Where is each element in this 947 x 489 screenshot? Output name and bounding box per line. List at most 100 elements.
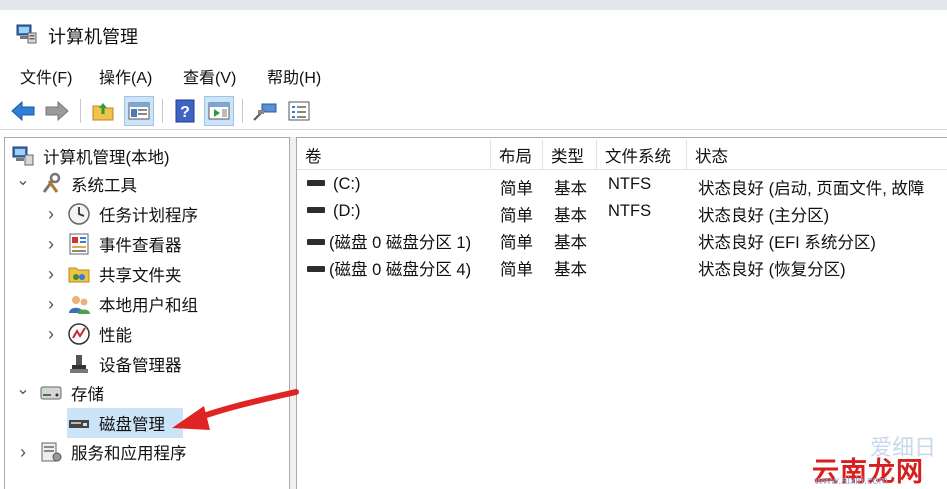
back-arrow-icon[interactable]	[8, 96, 38, 126]
tools-icon	[39, 172, 63, 196]
computer-management-icon	[11, 144, 35, 168]
volume-icon	[307, 238, 325, 245]
toolbar-separator	[80, 99, 81, 123]
volume-name: (C:)	[333, 175, 361, 193]
expand-chevron-icon[interactable]: ›	[43, 234, 59, 255]
disk-management-icon	[67, 411, 91, 435]
clock-icon	[67, 202, 91, 226]
type-cell: 基本	[554, 234, 587, 252]
computer-management-icon	[14, 22, 38, 46]
table-row[interactable]: (磁盘 0 磁盘分区 1) 简单 基本 状态良好 (EFI 系统分区)	[297, 227, 947, 254]
filesystem-cell: NTFS	[608, 202, 652, 220]
menu-action[interactable]: 操作(A)	[99, 64, 152, 88]
tree-item-root[interactable]: 计算机管理(本地)	[11, 142, 170, 170]
tree-item-disk-management[interactable]: 磁盘管理	[67, 409, 165, 437]
tree-label-device-manager: 设备管理器	[99, 357, 182, 375]
annotation-arrow-icon	[172, 389, 299, 430]
filesystem-cell: NTFS	[608, 175, 652, 193]
storage-icon	[39, 381, 63, 405]
forward-arrow-icon[interactable]	[42, 96, 72, 126]
table-row[interactable]: (C:) 简单 基本 NTFS 状态良好 (启动, 页面文件, 故障	[297, 173, 947, 200]
services-icon	[39, 440, 63, 464]
folder-up-icon[interactable]	[88, 96, 118, 126]
column-header-status[interactable]: 状态	[687, 140, 947, 170]
tree-item-local-users[interactable]: › 本地用户和组	[43, 290, 198, 318]
event-viewer-icon	[67, 232, 91, 256]
tree-item-storage[interactable]: ⌄ 存储	[15, 379, 104, 407]
column-header-volume[interactable]: 卷	[297, 140, 491, 170]
menu-file[interactable]: 文件(F)	[20, 64, 72, 88]
volume-name-cell: (D:)	[307, 202, 361, 221]
menu-bar: 文件(F) 操作(A) 查看(V) 帮助(H)	[0, 58, 947, 90]
menu-view[interactable]: 查看(V)	[183, 64, 236, 88]
expand-chevron-icon[interactable]: ›	[43, 264, 59, 285]
volume-icon	[307, 206, 325, 213]
collapse-chevron-icon[interactable]: ⌄	[15, 170, 31, 190]
volume-name-cell: (磁盘 0 磁盘分区 4)	[307, 256, 471, 280]
volume-name: (磁盘 0 磁盘分区 4)	[329, 261, 472, 279]
tree-label-task-scheduler: 任务计划程序	[99, 207, 198, 225]
volume-name-cell: (C:)	[307, 175, 361, 194]
volume-list: 卷 布局 类型 文件系统 状态 (C:) 简单 基本 NTFS 状态良好 (启动…	[296, 137, 947, 489]
watermark-url: www.aixiri.com	[815, 475, 888, 487]
show-hide-tree-icon[interactable]	[124, 96, 154, 126]
tree-item-task-scheduler[interactable]: › 任务计划程序	[43, 200, 198, 228]
expand-chevron-icon[interactable]: ›	[43, 204, 59, 225]
tree-item-performance[interactable]: › 性能	[43, 320, 132, 348]
type-cell: 基本	[554, 180, 587, 198]
tree-label-disk-management: 磁盘管理	[99, 416, 165, 434]
volume-name: (磁盘 0 磁盘分区 1)	[329, 234, 472, 252]
shared-folder-icon	[67, 262, 91, 286]
layout-cell: 简单	[500, 180, 533, 198]
type-cell: 基本	[554, 207, 587, 225]
layout-cell: 简单	[500, 207, 533, 225]
top-strip	[0, 0, 947, 10]
device-manager-icon	[67, 352, 91, 376]
tree-label-services-apps: 服务和应用程序	[71, 445, 187, 463]
toolbar: ?	[0, 92, 947, 130]
status-cell: 状态良好 (EFI 系统分区)	[698, 234, 876, 252]
column-header-type[interactable]: 类型	[543, 140, 597, 170]
toolbar-separator	[242, 99, 243, 123]
expand-chevron-icon[interactable]: ›	[43, 294, 59, 315]
layout-cell: 简单	[500, 261, 533, 279]
type-cell: 基本	[554, 261, 587, 279]
tree-label-local-users: 本地用户和组	[99, 297, 198, 315]
toolbar-separator	[162, 99, 163, 123]
status-cell: 状态良好 (主分区)	[698, 207, 830, 225]
list-header: 卷 布局 类型 文件系统 状态	[297, 140, 947, 170]
tree-item-device-manager[interactable]: 设备管理器	[67, 350, 182, 378]
window-title: 计算机管理	[48, 27, 138, 47]
table-row[interactable]: (D:) 简单 基本 NTFS 状态良好 (主分区)	[297, 200, 947, 227]
tree-item-system-tools[interactable]: ⌄ 系统工具	[15, 170, 137, 198]
performance-icon	[67, 322, 91, 346]
tree-label-event-viewer: 事件查看器	[99, 237, 182, 255]
volume-name: (D:)	[333, 202, 361, 220]
volume-name-cell: (磁盘 0 磁盘分区 1)	[307, 229, 471, 253]
title-bar: 计算机管理	[0, 10, 947, 58]
status-cell: 状态良好 (启动, 页面文件, 故障	[698, 180, 925, 198]
column-header-filesystem[interactable]: 文件系统	[597, 140, 687, 170]
layout-cell: 简单	[500, 234, 533, 252]
tree-label-system-tools: 系统工具	[71, 177, 137, 195]
status-cell: 状态良好 (恢复分区)	[698, 261, 846, 279]
tree-item-services-apps[interactable]: › 服务和应用程序	[15, 438, 187, 466]
column-header-layout[interactable]: 布局	[491, 140, 543, 170]
expand-chevron-icon[interactable]: ›	[15, 442, 31, 463]
tree-item-event-viewer[interactable]: › 事件查看器	[43, 230, 182, 258]
volume-icon	[307, 265, 325, 272]
menu-help[interactable]: 帮助(H)	[267, 64, 321, 88]
tree-label-shared-folders: 共享文件夹	[99, 267, 182, 285]
tree-item-shared-folders[interactable]: › 共享文件夹	[43, 260, 182, 288]
collapse-chevron-icon[interactable]: ⌄	[15, 379, 31, 399]
connect-icon[interactable]	[250, 96, 280, 126]
action-pane-icon[interactable]	[204, 96, 234, 126]
tree-label-root: 计算机管理(本地)	[43, 149, 170, 167]
tree-label-performance: 性能	[99, 327, 132, 345]
table-row[interactable]: (磁盘 0 磁盘分区 4) 简单 基本 状态良好 (恢复分区)	[297, 254, 947, 281]
help-icon[interactable]: ?	[170, 96, 200, 126]
expand-chevron-icon[interactable]: ›	[43, 324, 59, 345]
tree-label-storage: 存储	[71, 386, 104, 404]
users-icon	[67, 292, 91, 316]
properties-icon[interactable]	[284, 96, 314, 126]
